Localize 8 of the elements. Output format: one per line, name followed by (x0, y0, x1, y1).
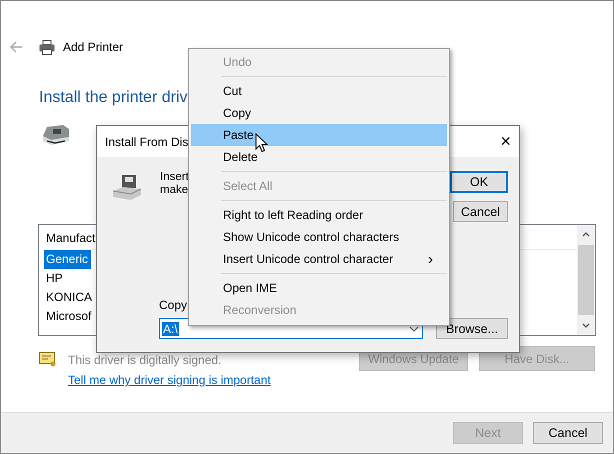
field-label: Copy (159, 298, 188, 312)
page-heading: Install the printer driv (39, 89, 188, 107)
signature-status: This driver is digitally signed. (68, 352, 222, 366)
instruction-text: make (160, 184, 188, 197)
path-value: A:\ (162, 322, 179, 336)
dialog-title: Install From Dis (105, 134, 188, 148)
window-title: Add Printer (63, 40, 124, 54)
instruction-text: Insert (160, 171, 189, 184)
